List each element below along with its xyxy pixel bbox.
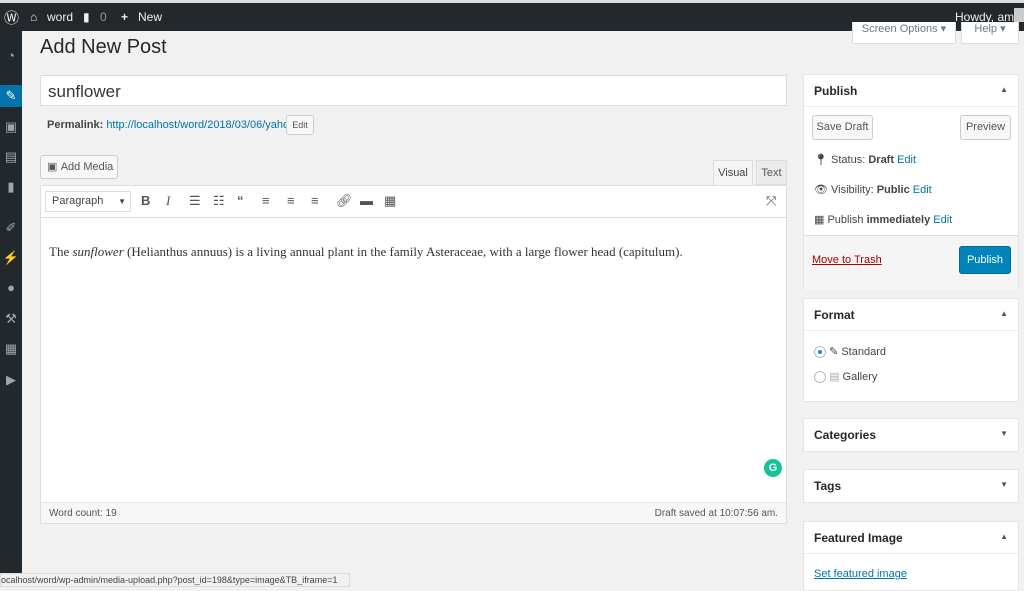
pin-icon: 📍︎ [814,154,828,166]
radio-standard[interactable] [814,346,826,359]
comment-count[interactable]: 0 [100,10,107,24]
help-button[interactable]: Help ▾ [961,22,1019,44]
pages-icon[interactable]: ▤ [0,146,22,168]
tab-text[interactable]: Text [756,160,787,185]
read-more-icon[interactable]: ▬ [360,193,373,208]
edit-status-link[interactable]: Edit [897,154,916,166]
collapse-play-icon[interactable]: ▶ [0,369,22,391]
home-icon: ⌂ [30,10,38,24]
add-media-button[interactable]: ▣ Add Media [40,155,118,179]
save-draft-button[interactable]: Save Draft [812,115,873,140]
editor-toolbar: Paragraph ▼ B I ☰ ☷ “ ≡ ≡ ≡ 🔗︎ ▬ ▦ ⤧ [41,186,786,218]
featured-image-box: Featured Image ▲ Set featured image [803,521,1019,591]
grammarly-icon[interactable]: G [764,459,782,477]
wordpress-logo-icon[interactable]: Ⓦ [4,7,19,28]
align-right-icon[interactable]: ≡ [311,193,319,208]
avatar[interactable] [1014,8,1024,22]
plugins-icon[interactable]: ⚡ [0,247,22,269]
dashboard-icon[interactable]: ◔ [0,45,22,67]
comments-icon[interactable]: ▮ [0,176,22,198]
browser-status-url: ocalhost/word/wp-admin/media-upload.php?… [0,573,350,587]
collapse-up-icon: ▲ [1000,309,1008,318]
users-icon[interactable]: ● [0,277,22,299]
calendar-icon: ▦ [814,214,825,226]
site-name-link[interactable]: word [47,10,73,24]
plus-icon: + [121,10,129,24]
tab-visual[interactable]: Visual [713,160,753,186]
format-select[interactable]: Paragraph ▼ [45,191,131,212]
media-icon: ▣ [47,161,58,173]
editor-footer: Word count: 19 Draft saved at 10:07:56 a… [41,502,786,523]
collapse-up-icon: ▲ [1000,532,1008,541]
preview-button[interactable]: Preview [960,115,1011,140]
tags-box[interactable]: Tags ▼ [803,469,1019,503]
tools-icon[interactable]: ⚒ [0,308,22,330]
word-count: Word count: 19 [49,508,117,519]
italic-icon[interactable]: I [166,193,170,209]
pin-icon: ✎ [829,346,839,358]
permalink: Permalink: http://localhost/word/2018/03… [47,119,298,131]
collapse-up-icon: ▲ [1000,85,1008,94]
publish-button[interactable]: Publish [959,246,1011,274]
set-featured-image-link[interactable]: Set featured image [814,568,907,580]
radio-gallery[interactable] [814,371,826,384]
editor-content[interactable]: The sunflower (Helianthus annuus) is a l… [49,244,683,260]
screen-options-button[interactable]: Screen Options ▾ [852,22,956,44]
edit-visibility-link[interactable]: Edit [913,184,932,196]
bold-icon[interactable]: B [141,193,150,208]
new-link[interactable]: New [138,10,162,24]
posts-pin-icon[interactable]: ✎ [0,85,22,107]
toolbar-toggle-icon[interactable]: ▦ [384,193,396,209]
settings-icon[interactable]: ▦ [0,338,22,360]
fullscreen-icon[interactable]: ⤧ [766,193,776,209]
bullet-list-icon[interactable]: ☰ [189,193,201,209]
appearance-icon[interactable]: ✐ [0,217,22,239]
gallery-icon: ▤ [829,371,840,383]
editor: Paragraph ▼ B I ☰ ☷ “ ≡ ≡ ≡ 🔗︎ ▬ ▦ ⤧ The … [40,185,787,524]
post-title-input[interactable]: sunflower [40,75,787,106]
draft-saved-status: Draft saved at 10:07:56 am. [654,508,778,519]
link-icon[interactable]: 🔗︎ [336,193,353,209]
page-title: Add New Post [40,36,167,58]
align-left-icon[interactable]: ≡ [262,193,270,208]
publish-box-header[interactable]: Publish ▲ [804,75,1018,107]
eye-icon: 👁︎ [814,184,828,196]
comment-icon[interactable]: ▮ [83,10,90,24]
numbered-list-icon[interactable]: ☷ [213,193,225,209]
move-to-trash-link[interactable]: Move to Trash [812,254,882,266]
permalink-edit-button[interactable]: Edit [286,115,314,135]
format-box: Format ▲ ✎ Standard ▤ Gallery [803,298,1019,402]
publish-box: Publish ▲ Save Draft Preview 📍︎ Status: D… [803,74,1019,290]
categories-box[interactable]: Categories ▼ [803,418,1019,452]
expand-down-icon: ▼ [1000,429,1008,438]
expand-down-icon: ▼ [1000,480,1008,489]
edit-schedule-link[interactable]: Edit [933,214,952,226]
admin-sidebar: ◔ ✎ ▣ ▤ ▮ ✐ ⚡ ● ⚒ ▦ ▶ [0,31,22,584]
blockquote-icon[interactable]: “ [237,193,244,208]
align-center-icon[interactable]: ≡ [287,193,295,208]
permalink-label: Permalink: [47,119,104,131]
media-icon[interactable]: ▣ [0,116,22,138]
permalink-url[interactable]: http://localhost/word/2018/03/06/yahoo/ [106,119,298,131]
add-media-label: Add Media [60,161,114,173]
